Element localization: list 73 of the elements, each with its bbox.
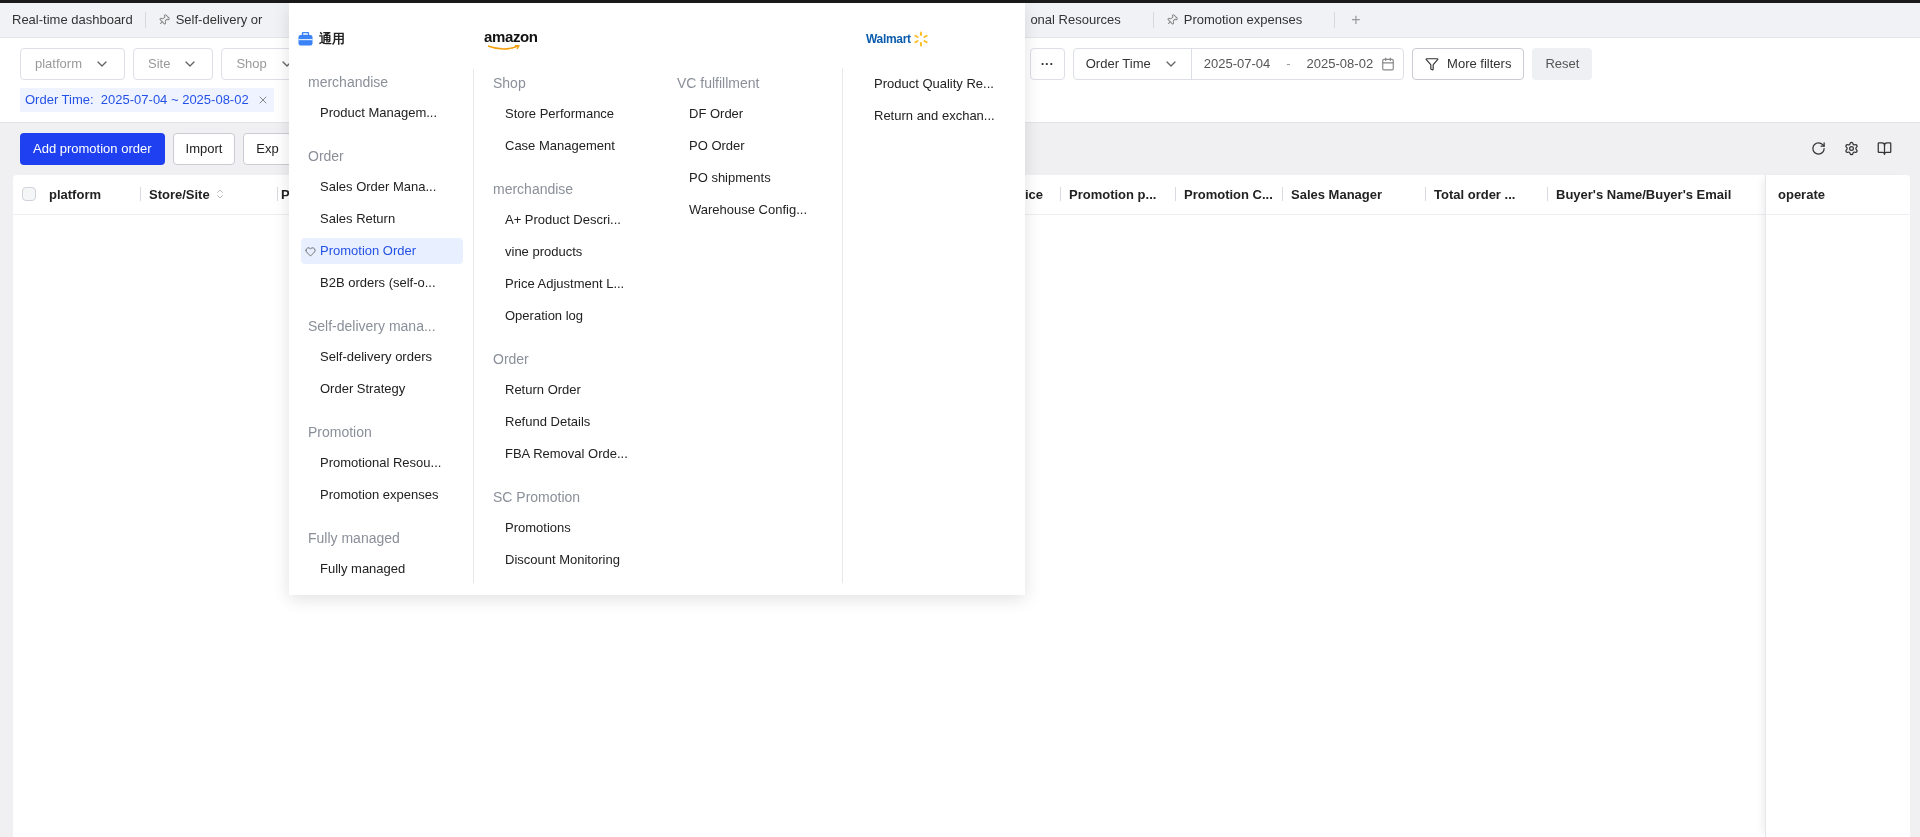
menu-item[interactable]: Promotion expenses [301, 482, 463, 508]
menu-item[interactable]: Store Performance [486, 101, 648, 127]
tab[interactable]: Promotion expenses [1153, 3, 1315, 37]
column-header: Total order ... [1434, 187, 1516, 201]
amazon-logo: amazon [480, 26, 538, 54]
menu-item[interactable]: Discount Monitoring [486, 547, 648, 573]
column-header: ice [1025, 187, 1044, 201]
more-filters-button[interactable]: More filters [1412, 48, 1525, 80]
column-header: Store/Site [149, 187, 210, 201]
menu-item[interactable]: PO shipments [670, 165, 832, 191]
menu-item[interactable]: Return Order [486, 377, 648, 403]
menu-item[interactable]: PO Order [670, 133, 832, 159]
menu-group-title: Promotion [307, 423, 373, 442]
heart-icon [305, 245, 316, 257]
menu-item[interactable]: Price Adjustment L... [486, 271, 648, 297]
menu-group-title: merchandise [307, 73, 390, 92]
menu-item[interactable]: Promotions [486, 515, 648, 541]
column-header: operate [1778, 185, 1825, 204]
column-header: Promotion p... [1069, 187, 1157, 201]
section-title: 通用 [319, 30, 345, 49]
menu-item[interactable]: Sales Order Mana... [301, 174, 463, 200]
menu-group-title: Order [492, 350, 530, 369]
menu-item[interactable]: Fully managed [301, 556, 463, 582]
menu-group-title: Fully managed [307, 529, 401, 548]
tab[interactable]: Self-delivery or [145, 3, 275, 37]
refresh-icon[interactable] [1811, 141, 1826, 157]
briefcase-icon [298, 32, 313, 46]
toolbar-button[interactable]: Add promotion order [20, 132, 165, 165]
menu-item[interactable]: Sales Return [301, 206, 463, 232]
menu-item[interactable]: Product Managem... [301, 100, 463, 126]
menu-item[interactable]: Order Strategy [301, 376, 463, 402]
date-range-field[interactable]: Order Time 2025-07-04 - 2025-08-02 [1072, 48, 1405, 80]
filter-icon [1425, 57, 1440, 71]
walmart-logo: Walmart [847, 25, 929, 53]
menu-item[interactable]: Return and exchan... [855, 103, 1017, 129]
menu-item[interactable]: Self-delivery orders [301, 344, 463, 370]
column-header: Buyer's Name/Buyer's Email [1556, 187, 1732, 201]
column-header: Sales Manager [1291, 187, 1383, 201]
toolbar-button[interactable]: Exp [243, 132, 292, 165]
reset-button[interactable]: Reset [1532, 48, 1593, 80]
date-separator: - [1285, 55, 1292, 74]
menu-item[interactable]: Promotion Order [301, 238, 463, 264]
menu-item[interactable]: vine products [486, 239, 648, 265]
menu-group-title: Self-delivery mana... [307, 317, 437, 336]
book-icon[interactable] [1877, 141, 1892, 157]
menu-group-title: SC Promotion [492, 488, 582, 507]
column-header: P [281, 187, 290, 201]
tab[interactable]: Real-time dashboard [0, 3, 145, 37]
more-button[interactable]: ··· [1029, 48, 1065, 80]
menu-item[interactable]: DF Order [670, 101, 832, 127]
menu-item[interactable]: Warehouse Config... [670, 197, 832, 223]
menu-group-title: merchandise [492, 180, 575, 199]
menu-item[interactable]: Operation log [486, 303, 648, 329]
toolbar-button[interactable]: Import [172, 132, 236, 165]
calendar-icon [1381, 57, 1396, 71]
column-header: Promotion C... [1184, 187, 1273, 201]
menu-item[interactable]: B2B orders (self-o... [301, 270, 463, 296]
menu-group-title: Order [307, 147, 345, 166]
column-header: platform [49, 187, 101, 201]
menu-group-title: VC fulfillment [676, 74, 761, 93]
menu-item[interactable]: Product Quality Re... [855, 71, 1017, 97]
field-select[interactable]: Order Time [1085, 54, 1151, 74]
checkbox[interactable] [22, 187, 36, 202]
menu-item[interactable]: A+ Product Descri... [486, 207, 648, 233]
menu-item[interactable]: Refund Details [486, 409, 648, 435]
settings-icon[interactable] [1844, 141, 1859, 157]
menu-item[interactable]: Case Management [486, 133, 648, 159]
menu-item[interactable]: Promotional Resou... [301, 450, 463, 476]
filter-tag[interactable]: Order Time: 2025-07-04 ~ 2025-08-02 [20, 87, 274, 112]
end-date[interactable]: 2025-08-02 [1306, 54, 1374, 74]
start-date[interactable]: 2025-07-04 [1191, 54, 1271, 74]
menu-item[interactable]: FBA Removal Orde... [486, 441, 648, 467]
menu-group-title: Shop [492, 74, 527, 93]
